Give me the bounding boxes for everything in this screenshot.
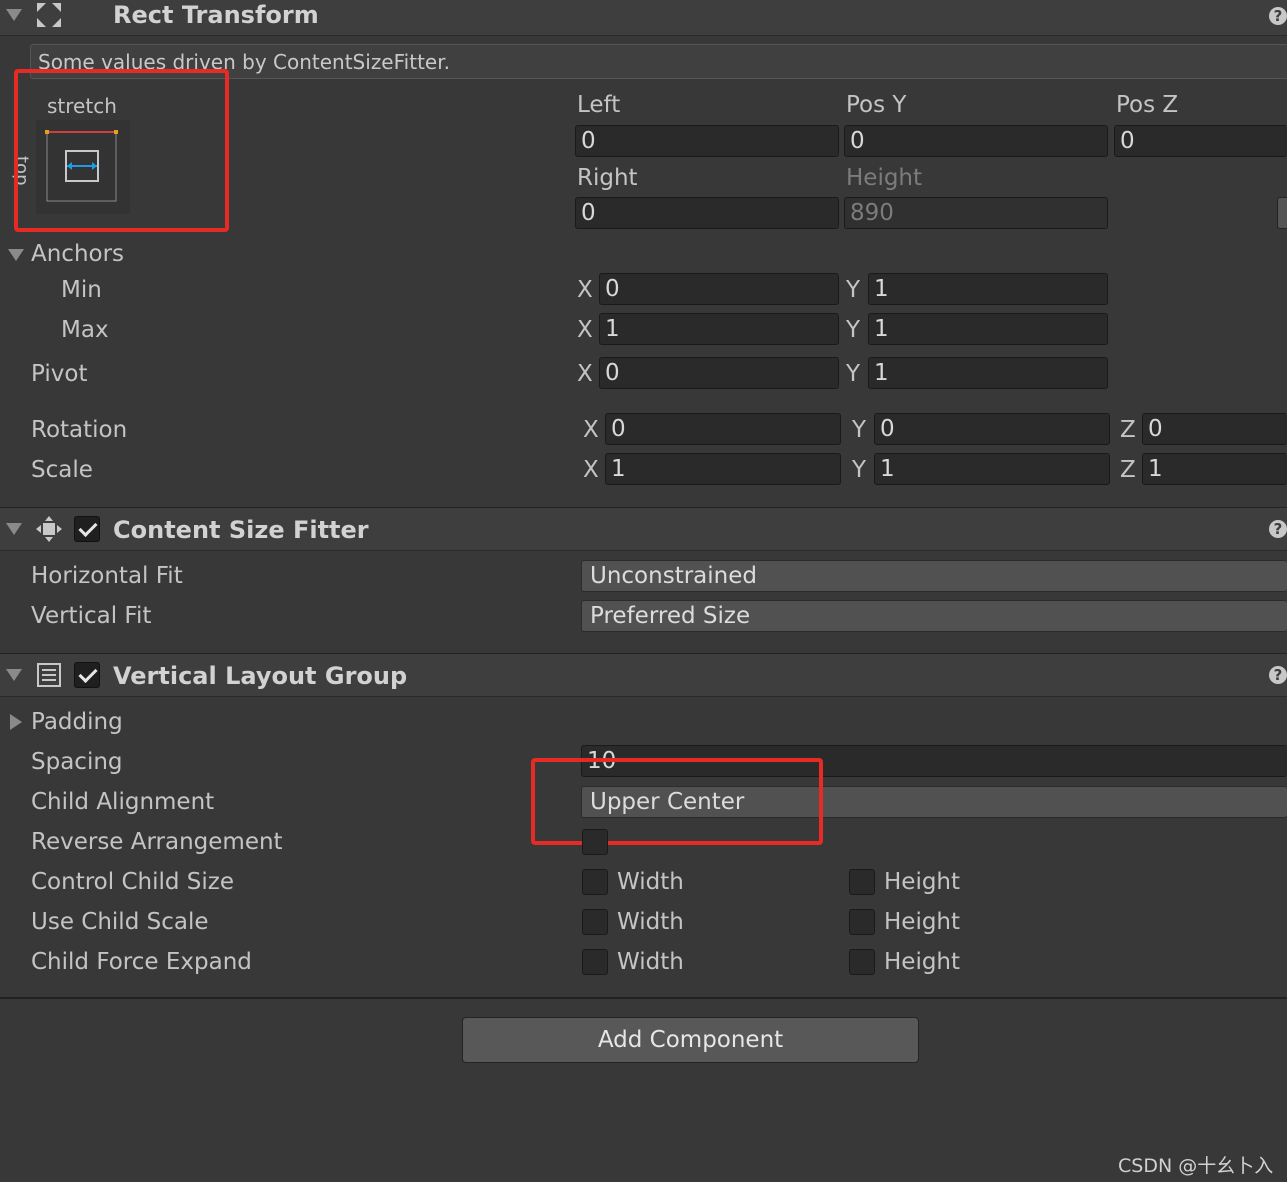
components-divider: [0, 997, 1287, 999]
help-icon[interactable]: ?: [1269, 520, 1287, 538]
padding-foldout-icon[interactable]: [10, 714, 22, 730]
scale-label: Scale: [31, 457, 93, 483]
rot-y-field[interactable]: 0: [874, 413, 1110, 445]
reverse-arrangement-label: Reverse Arrangement: [31, 829, 283, 855]
vertical-layout-group-title: Vertical Layout Group: [113, 662, 408, 690]
watermark: CSDN @十幺卜入: [1118, 1155, 1274, 1177]
rect-transform-icon: [37, 3, 61, 27]
use-child-scale-width-checkbox[interactable]: [582, 909, 608, 935]
control-child-size-width-label: Width: [617, 869, 684, 895]
left-field[interactable]: 0: [575, 125, 839, 157]
scale-z-axis: Z: [1120, 457, 1136, 483]
use-child-scale-width-label: Width: [617, 909, 684, 935]
max-y-axis: Y: [846, 317, 861, 343]
max-y-field[interactable]: 1: [868, 313, 1108, 345]
vertical-layout-group-icon: [37, 663, 61, 687]
height-field: 890: [844, 197, 1108, 229]
right-field[interactable]: 0: [575, 197, 839, 229]
child-force-expand-width-label: Width: [617, 949, 684, 975]
raw-edit-button[interactable]: [1277, 197, 1287, 229]
rot-x-axis: X: [583, 417, 599, 443]
scale-y-field[interactable]: 1: [874, 453, 1110, 485]
foldout-arrow-icon[interactable]: [6, 669, 22, 681]
rect-transform-title: Rect Transform: [113, 1, 319, 29]
pivot-x-field[interactable]: 0: [599, 357, 839, 389]
scale-y-axis: Y: [852, 457, 867, 483]
max-x-field[interactable]: 1: [599, 313, 839, 345]
help-icon[interactable]: ?: [1269, 666, 1287, 684]
vertical-fit-label: Vertical Fit: [31, 603, 152, 629]
rot-z-field[interactable]: 0: [1142, 413, 1287, 445]
child-force-expand-height-checkbox[interactable]: [849, 949, 875, 975]
rot-x-field[interactable]: 0: [605, 413, 841, 445]
rotation-label: Rotation: [31, 417, 128, 443]
min-label: Min: [61, 277, 102, 303]
content-size-fitter-header[interactable]: Content Size Fitter ?: [0, 507, 1287, 551]
rot-y-axis: Y: [852, 417, 867, 443]
help-icon[interactable]: ?: [1269, 7, 1287, 25]
vertical-fit-dropdown[interactable]: Preferred Size: [581, 600, 1287, 632]
rot-z-axis: Z: [1120, 417, 1136, 443]
min-y-field[interactable]: 1: [868, 273, 1108, 305]
highlight-box-anchor-preset: [14, 69, 229, 232]
rect-transform-header[interactable]: Rect Transform ?: [0, 0, 1287, 36]
posz-label: Pos Z: [1116, 92, 1179, 118]
scale-x-axis: X: [583, 457, 599, 483]
pivot-y-field[interactable]: 1: [868, 357, 1108, 389]
pivot-y-axis: Y: [846, 361, 861, 387]
control-child-size-label: Control Child Size: [31, 869, 234, 895]
height-label: Height: [846, 165, 923, 191]
horizontal-fit-label: Horizontal Fit: [31, 563, 183, 589]
pivot-x-axis: X: [577, 361, 593, 387]
highlight-box-child-alignment: [531, 758, 823, 845]
child-force-expand-width-checkbox[interactable]: [582, 949, 608, 975]
anchors-label[interactable]: Anchors: [31, 241, 124, 267]
control-child-size-width-checkbox[interactable]: [582, 869, 608, 895]
min-y-axis: Y: [846, 277, 861, 303]
use-child-scale-label: Use Child Scale: [31, 909, 209, 935]
spacing-label: Spacing: [31, 749, 123, 775]
posz-field[interactable]: 0: [1114, 125, 1287, 157]
content-size-fitter-title: Content Size Fitter: [113, 516, 369, 544]
content-size-fitter-icon: [36, 516, 62, 542]
control-child-size-height-checkbox[interactable]: [849, 869, 875, 895]
content-size-fitter-enabled-checkbox[interactable]: [74, 516, 100, 542]
add-component-button[interactable]: Add Component: [462, 1017, 919, 1063]
control-child-size-height-label: Height: [884, 869, 961, 895]
posy-field[interactable]: 0: [844, 125, 1108, 157]
min-x-field[interactable]: 0: [599, 273, 839, 305]
posy-label: Pos Y: [846, 92, 907, 118]
scale-z-field[interactable]: 1: [1142, 453, 1287, 485]
anchors-foldout-icon[interactable]: [8, 249, 24, 261]
reverse-arrangement-checkbox[interactable]: [582, 829, 608, 855]
scale-x-field[interactable]: 1: [605, 453, 841, 485]
min-x-axis: X: [577, 277, 593, 303]
child-alignment-label: Child Alignment: [31, 789, 215, 815]
vertical-layout-group-enabled-checkbox[interactable]: [74, 662, 100, 688]
right-label: Right: [577, 165, 638, 191]
use-child-scale-height-checkbox[interactable]: [849, 909, 875, 935]
max-label: Max: [61, 317, 109, 343]
child-force-expand-height-label: Height: [884, 949, 961, 975]
child-force-expand-label: Child Force Expand: [31, 949, 252, 975]
horizontal-fit-dropdown[interactable]: Unconstrained: [581, 560, 1287, 592]
padding-label[interactable]: Padding: [31, 709, 123, 735]
max-x-axis: X: [577, 317, 593, 343]
left-label: Left: [577, 92, 621, 118]
vertical-layout-group-header[interactable]: Vertical Layout Group ?: [0, 653, 1287, 697]
foldout-arrow-icon[interactable]: [6, 9, 22, 21]
use-child-scale-height-label: Height: [884, 909, 961, 935]
pivot-label: Pivot: [31, 361, 88, 387]
foldout-arrow-icon[interactable]: [6, 523, 22, 535]
